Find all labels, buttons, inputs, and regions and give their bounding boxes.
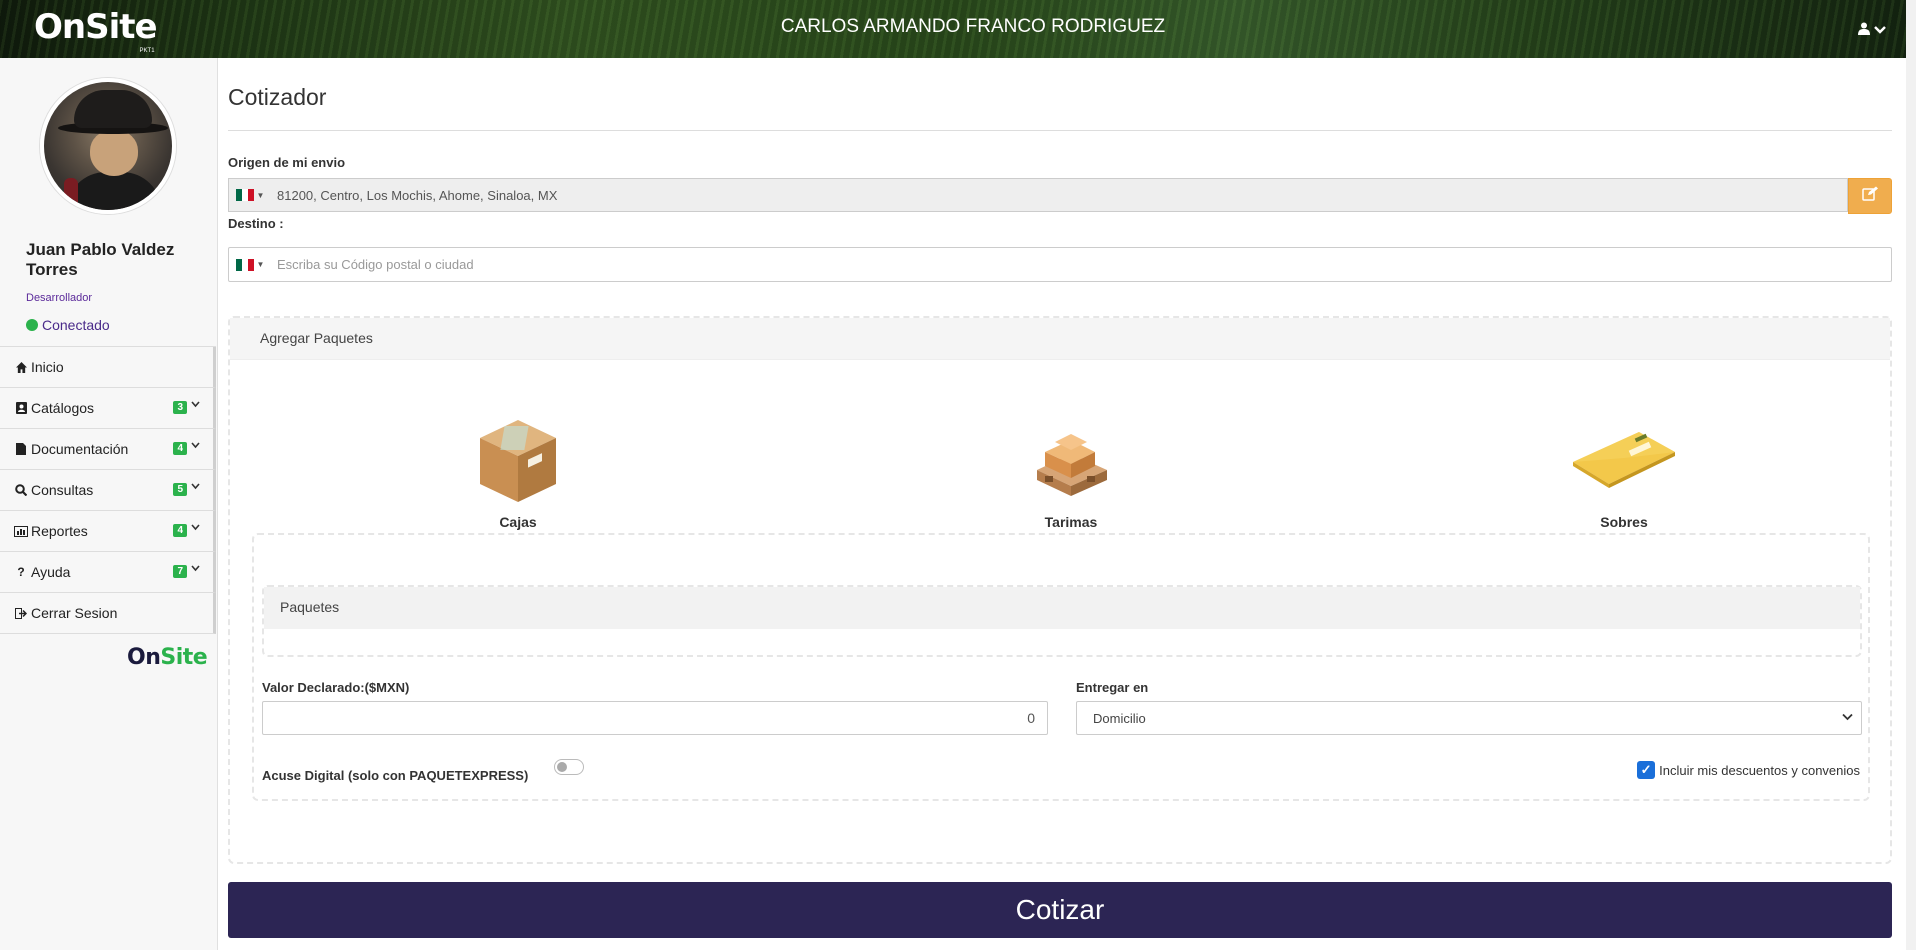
origin-label: Origen de mi envio <box>228 155 346 170</box>
destination-placeholder: Escriba su Código postal o ciudad <box>277 257 474 272</box>
discount-checkbox[interactable]: ✓ <box>1637 761 1656 779</box>
sidebar: Juan Pablo Valdez Torres Desarrollador C… <box>0 58 218 950</box>
mexico-flag-icon <box>235 189 254 201</box>
country-selector[interactable]: ▼ <box>229 248 271 281</box>
sidebar-item-consultas[interactable]: Consultas 5 <box>0 470 216 511</box>
country-selector[interactable]: ▼ <box>229 179 271 211</box>
home-icon <box>14 361 28 373</box>
cotizar-button[interactable]: Cotizar <box>228 882 1892 938</box>
package-type-cajas[interactable]: Cajas <box>458 418 578 530</box>
status-dot-icon <box>26 319 38 331</box>
sidebar-item-label: Reportes <box>31 523 88 539</box>
top-bar: OnSite PKT1 CARLOS ARMANDO FRANCO RODRIG… <box>0 0 1906 58</box>
origin-field: ▼ 81200, Centro, Los Mochis, Ahome, Sina… <box>228 178 1848 212</box>
logo-subtitle: PKT1 <box>139 48 155 54</box>
add-packages-panel: Agregar Paquetes Cajas Tarimas Sobres Pa… <box>228 316 1892 864</box>
question-icon: ? <box>17 565 25 579</box>
caret-down-icon: ▼ <box>256 190 265 200</box>
sidebar-item-label: Consultas <box>31 482 94 498</box>
origin-row: ▼ 81200, Centro, Los Mochis, Ahome, Sina… <box>228 178 1892 214</box>
page-title: Cotizador <box>228 84 327 110</box>
discount-label: Incluir mis descuentos y convenios <box>1659 762 1860 778</box>
menu-badge: 4 <box>173 442 187 455</box>
status-text: Conectado <box>42 317 110 333</box>
page-scrollbar[interactable] <box>1906 0 1916 950</box>
sidebar-footer-logo: OnSite <box>127 645 208 670</box>
avatar <box>40 78 176 214</box>
package-type-label: Cajas <box>499 514 537 530</box>
declared-value-label: Valor Declarado:($MXN) <box>262 680 410 695</box>
chevron-down-icon <box>1842 710 1853 724</box>
envelope-icon <box>1573 432 1675 488</box>
sidebar-item-catalogos[interactable]: Catálogos 3 <box>0 388 216 429</box>
file-icon <box>14 443 28 455</box>
destination-input[interactable]: ▼ Escriba su Código postal o ciudad <box>228 247 1892 282</box>
destination-label: Destino : <box>228 216 284 231</box>
deliver-selected-value: Domicilio <box>1093 711 1146 726</box>
package-type-label: Sobres <box>1600 514 1648 530</box>
chevron-down-icon <box>191 400 200 411</box>
deliver-label: Entregar en <box>1076 680 1149 695</box>
package-details-panel: Paquetes Valor Declarado:($MXN) 0 Entreg… <box>252 533 1870 801</box>
panel-title: Agregar Paquetes <box>230 318 1890 360</box>
sidebar-item-documentacion[interactable]: Documentación 4 <box>0 429 216 470</box>
sign-out-icon <box>14 607 28 619</box>
sidebar-item-label: Inicio <box>31 359 64 375</box>
menu-badge: 3 <box>173 401 187 414</box>
profile-status: Conectado <box>26 317 110 333</box>
user-menu-button[interactable] <box>1858 22 1886 38</box>
package-type-label: Tarimas <box>1044 514 1098 530</box>
packages-list: Paquetes <box>262 585 1862 657</box>
pallet-icon <box>1037 434 1107 496</box>
sidebar-item-label: Catálogos <box>31 400 95 416</box>
deliver-select[interactable]: Domicilio <box>1076 701 1862 735</box>
user-icon <box>1858 22 1870 38</box>
discount-option[interactable]: ✓ Incluir mis descuentos y convenios <box>1637 761 1860 779</box>
profile-role: Desarrollador <box>26 292 93 304</box>
sidebar-item-cerrar-sesion[interactable]: Cerrar Sesion <box>0 593 216 634</box>
sidebar-item-label: Ayuda <box>31 564 71 580</box>
chevron-down-icon <box>191 523 200 534</box>
edit-origin-button[interactable] <box>1848 178 1892 214</box>
chevron-down-icon <box>191 482 200 493</box>
menu-badge: 5 <box>173 483 187 496</box>
caret-down-icon: ▼ <box>256 260 265 269</box>
mexico-flag-icon <box>235 258 254 271</box>
chevron-down-icon <box>191 441 200 452</box>
origin-value: 81200, Centro, Los Mochis, Ahome, Sinalo… <box>277 187 558 203</box>
menu-badge: 4 <box>173 524 187 537</box>
search-icon <box>14 484 28 496</box>
acuse-digital-toggle[interactable] <box>554 759 584 775</box>
sidebar-item-inicio[interactable]: Inicio <box>0 347 216 388</box>
menu-badge: 7 <box>173 565 187 578</box>
user-full-name: CARLOS ARMANDO FRANCO RODRIGUEZ <box>780 16 1166 37</box>
chevron-down-icon <box>1874 22 1886 38</box>
sidebar-item-reportes[interactable]: Reportes 4 <box>0 511 216 552</box>
sidebar-item-ayuda[interactable]: ? Ayuda 7 <box>0 552 216 593</box>
edit-icon <box>1861 186 1879 206</box>
bar-chart-icon <box>14 525 28 537</box>
profile-name: Juan Pablo Valdez Torres <box>26 240 175 279</box>
address-book-icon <box>14 402 28 414</box>
sidebar-item-label: Documentación <box>31 441 129 457</box>
sidebar-menu: Inicio Catálogos 3 Documentación 4 Consu… <box>0 346 216 634</box>
declared-value-input[interactable]: 0 <box>262 701 1048 735</box>
box-icon <box>480 420 556 502</box>
package-type-tarimas[interactable]: Tarimas <box>1011 418 1131 530</box>
chevron-down-icon <box>191 564 200 575</box>
title-divider <box>228 130 1892 131</box>
package-type-sobres[interactable]: Sobres <box>1564 418 1684 530</box>
sidebar-item-label: Cerrar Sesion <box>31 605 118 621</box>
packages-list-title: Paquetes <box>264 587 1860 629</box>
acuse-digital-label: Acuse Digital (solo con PAQUETEXPRESS) <box>262 768 529 783</box>
